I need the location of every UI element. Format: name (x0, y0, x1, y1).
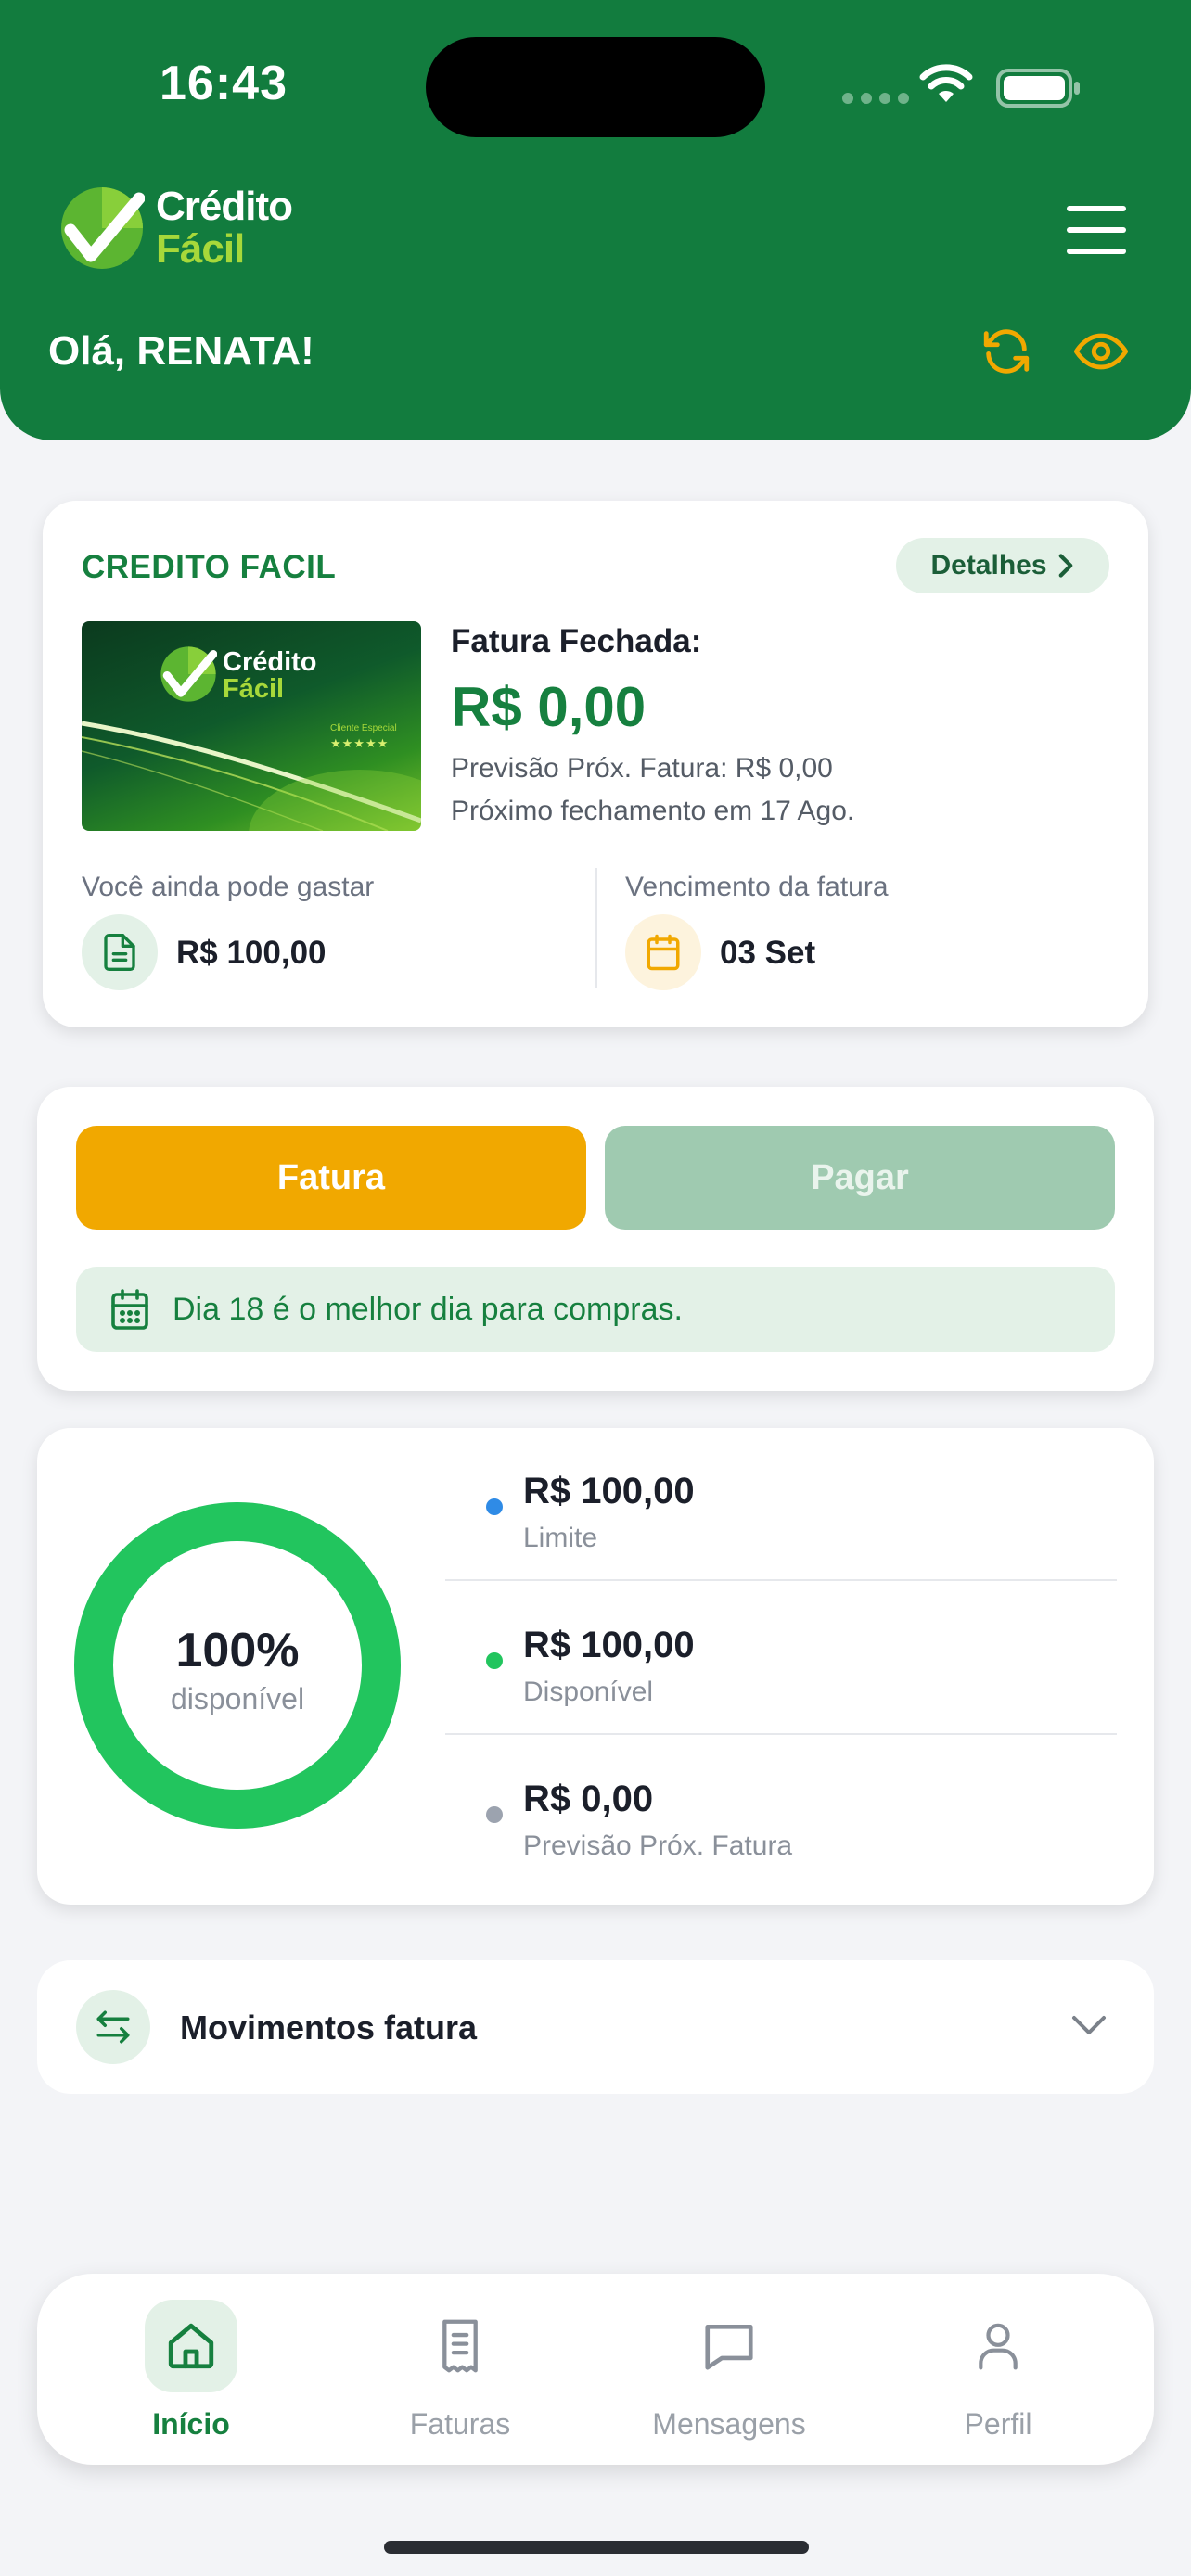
calendar-icon (625, 914, 701, 990)
card-check-logo-icon (160, 646, 217, 702)
pay-button[interactable]: Pagar (605, 1126, 1115, 1230)
available-caption: disponível (170, 1682, 305, 1715)
bottom-navigation: Início Faturas Mensagens Perfil (37, 2274, 1154, 2465)
available-value: R$ 100,00 (523, 1625, 695, 1665)
dynamic-island (426, 37, 765, 137)
app-header: 16:43 Crédito Fácil Olá, RENATA! (0, 0, 1191, 440)
details-label: Detalhes (930, 550, 1047, 580)
card-stars: ★★★★★ (330, 736, 390, 750)
card-title: CREDITO FACIL (82, 549, 337, 585)
nav-label-mensagens: Mensagens (652, 2407, 806, 2441)
forecast-label: Previsão Próx. Fatura (523, 1830, 793, 1861)
card-divider (596, 868, 597, 988)
forecast-value: R$ 0,00 (523, 1779, 654, 1819)
chevron-down-icon (1072, 2016, 1106, 2034)
nav-item-faturas[interactable]: Faturas (349, 2300, 571, 2448)
due-date-label: Vencimento da fatura (625, 872, 889, 902)
next-closing-date: Próximo fechamento em 17 Ago. (451, 796, 855, 826)
details-button[interactable]: Detalhes (896, 538, 1109, 593)
limits-card: 100% disponível R$ 100,00 Limite R$ 100,… (37, 1428, 1154, 1905)
transfer-arrows-icon (76, 1990, 150, 2064)
best-day-text: Dia 18 é o melhor dia para compras. (173, 1291, 683, 1327)
invoice-status-label: Fatura Fechada: (451, 623, 702, 659)
refresh-icon[interactable] (980, 325, 1033, 378)
card-logo-text-facil: Fácil (223, 674, 285, 704)
available-dot (486, 1652, 503, 1669)
nav-label-faturas: Faturas (409, 2407, 511, 2441)
battery-icon (996, 69, 1080, 108)
invoice-button[interactable]: Fatura (76, 1126, 586, 1230)
nav-item-perfil[interactable]: Perfil (887, 2300, 1109, 2448)
nav-item-inicio[interactable]: Início (80, 2300, 302, 2448)
greeting-text: Olá, RENATA! (48, 328, 314, 374)
account-card: CREDITO FACIL Detalhes Crédito Fácil Cli… (43, 501, 1148, 1027)
forecast-dot (486, 1806, 503, 1823)
card-tier-label: Cliente Especial (330, 723, 397, 733)
eye-icon[interactable] (1074, 330, 1128, 373)
message-icon (683, 2300, 775, 2392)
receipt-icon (414, 2300, 506, 2392)
home-indicator (384, 2541, 809, 2554)
nav-item-mensagens[interactable]: Mensagens (618, 2300, 840, 2448)
spend-label: Você ainda pode gastar (82, 872, 375, 902)
signal-icon (842, 93, 909, 104)
app-logo: Crédito Fácil (59, 184, 293, 272)
credit-card-image: Crédito Fácil Cliente Especial ★★★★★ (82, 621, 421, 831)
calendar-grid-icon (111, 1289, 148, 1330)
movements-label: Movimentos fatura (180, 2009, 478, 2047)
wifi-icon (919, 64, 973, 102)
document-icon (82, 914, 158, 990)
status-time: 16:43 (160, 57, 288, 110)
due-date-value: 03 Set (720, 935, 816, 971)
limit-value: R$ 100,00 (523, 1471, 695, 1511)
actions-card: Fatura Pagar Dia 18 é o melhor dia para … (37, 1087, 1154, 1391)
movements-accordion[interactable]: Movimentos fatura (37, 1960, 1154, 2094)
available-percent: 100% (175, 1624, 300, 1677)
card-logo-text-credito: Crédito (223, 647, 317, 677)
home-icon (145, 2300, 237, 2392)
available-label: Disponível (523, 1677, 654, 1707)
invoice-amount: R$ 0,00 (451, 676, 647, 738)
logo-text-credito: Crédito (156, 184, 293, 229)
invoice-forecast: Previsão Próx. Fatura: R$ 0,00 (451, 753, 833, 784)
chevron-right-icon (1058, 554, 1072, 578)
hamburger-menu-icon[interactable] (1067, 206, 1126, 258)
spend-value: R$ 100,00 (176, 935, 327, 971)
check-logo-icon (61, 187, 145, 269)
limit-label: Limite (523, 1523, 598, 1553)
limit-dot (486, 1498, 503, 1515)
limit-row: R$ 100,00 Limite (445, 1428, 1117, 1581)
logo-text-facil: Fácil (156, 226, 245, 272)
available-row: R$ 100,00 Disponível (445, 1582, 1117, 1735)
best-day-banner: Dia 18 é o melhor dia para compras. (76, 1267, 1115, 1352)
forecast-row: R$ 0,00 Previsão Próx. Fatura (445, 1736, 1117, 1889)
nav-label-inicio: Início (152, 2407, 230, 2441)
nav-label-perfil: Perfil (964, 2407, 1032, 2441)
user-icon (952, 2300, 1044, 2392)
